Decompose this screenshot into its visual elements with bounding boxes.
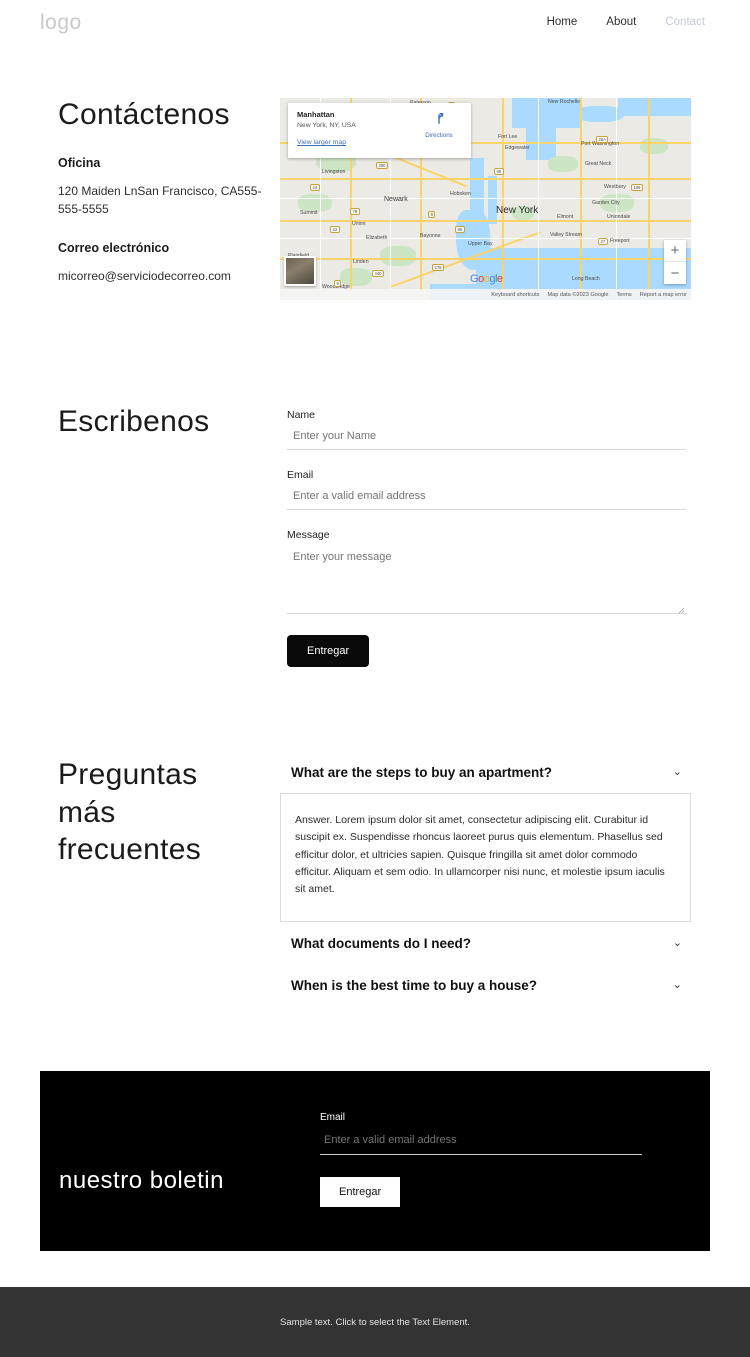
map-label: Garden City — [592, 200, 620, 206]
directions-label: Directions — [425, 132, 453, 139]
map-label: Valley Stream — [550, 232, 582, 238]
site-header: logo Home About Contact — [0, 0, 750, 48]
map-label: Westbury — [604, 184, 626, 190]
name-field-label: Name — [287, 409, 316, 421]
office-label: Oficina — [58, 155, 101, 170]
zoom-in-button[interactable]: + — [664, 240, 686, 262]
office-address: 120 Maiden LnSan Francisco, CA555-555-55… — [58, 183, 262, 217]
nav-link-contact[interactable]: Contact — [665, 16, 705, 28]
map-route-shield: 95 — [494, 168, 504, 175]
map-info-card[interactable]: Manhattan New York, NY, USA View larger … — [288, 103, 471, 158]
site-footer: Sample text. Click to select the Text El… — [0, 1287, 750, 1357]
map-label: Newark — [384, 196, 408, 203]
faq-question-1[interactable]: What documents do I need? ⌄ — [280, 922, 691, 964]
contact-email[interactable]: micorreo@serviciodecorreo.com — [58, 267, 268, 286]
map-directions-button[interactable]: Directions — [418, 112, 460, 139]
main-navigation: Home About Contact — [547, 16, 705, 28]
contact-title: Contáctenos — [58, 98, 230, 131]
newsletter-submit-button[interactable]: Entregar — [320, 1177, 401, 1207]
map-label: Hoboken — [450, 191, 471, 197]
zoom-out-button[interactable]: − — [664, 262, 686, 284]
newsletter-form: Email Entregar — [320, 1112, 642, 1207]
map-route-shield: 278 — [432, 264, 444, 271]
view-larger-map-link[interactable]: View larger map — [297, 139, 346, 146]
map-label: Great Neck — [585, 161, 612, 167]
map-zoom-controls[interactable]: + − — [664, 240, 686, 284]
newsletter-title: nuestro boletin — [59, 1167, 224, 1194]
newsletter-email-input[interactable] — [320, 1134, 642, 1155]
map-label: Fort Lee — [498, 134, 518, 140]
newsletter-section: nuestro boletin Email Entregar — [40, 1071, 710, 1251]
email-label: Correo electrónico — [58, 240, 170, 255]
map-route-shield: 78 — [350, 208, 360, 215]
terms-link[interactable]: Terms — [617, 292, 632, 298]
logo[interactable]: logo — [40, 11, 82, 35]
faq-answer-0: Answer. Lorem ipsum dolor sit amet, cons… — [280, 793, 691, 922]
map-label: Long Beach — [572, 276, 600, 282]
map-label: Summit — [300, 210, 318, 216]
write-us-title: Escribenos — [58, 405, 210, 438]
map-route-shield: 9 — [334, 280, 342, 287]
chevron-down-icon[interactable]: ⌄ — [673, 937, 682, 949]
chevron-down-icon[interactable]: ⌄ — [673, 767, 682, 778]
faq-question-0[interactable]: What are the steps to buy an apartment? … — [280, 756, 691, 793]
newsletter-email-label: Email — [320, 1112, 346, 1123]
map-label: Upper Bay — [468, 241, 493, 247]
map-route-shield: 24 — [310, 184, 320, 191]
map-label: Elizabeth — [366, 235, 388, 241]
directions-icon — [438, 113, 444, 124]
map-route-shield: 95 — [455, 226, 465, 233]
map-data-text: Map data ©2023 Google — [547, 291, 609, 298]
email-input[interactable] — [287, 490, 686, 510]
google-map[interactable]: PatersonNew RochelleBloomfieldEdgewaterF… — [280, 98, 691, 300]
faq-question-text: What are the steps to buy an apartment? — [291, 765, 553, 780]
map-route-shield: 27 — [598, 238, 608, 245]
map-route-shield: 106 — [631, 184, 643, 191]
footer-text[interactable]: Sample text. Click to select the Text El… — [280, 1317, 470, 1328]
map-label: Union — [352, 221, 366, 227]
contact-submit-button[interactable]: Entregar — [287, 635, 370, 667]
map-label: New York — [496, 205, 539, 216]
map-label: Uniondale — [607, 214, 631, 220]
faq-question-2[interactable]: When is the best time to buy a house? ⌄ — [280, 964, 691, 1006]
contact-info-block: Contáctenos Oficina 120 Maiden LnSan Fra… — [58, 96, 268, 285]
map-route-shield: 22 — [330, 226, 340, 233]
message-field-label: Message — [287, 529, 330, 541]
faq-question-text: What documents do I need? — [291, 935, 472, 951]
contact-form: Name Email Message Entregar — [287, 409, 686, 667]
email-field-label: Email — [287, 469, 314, 481]
faq-title: Preguntas más frecuentes — [58, 758, 202, 866]
chevron-down-icon[interactable]: ⌄ — [673, 979, 682, 991]
map-label: Livingston — [322, 169, 346, 175]
map-route-shield: 440 — [372, 270, 384, 277]
map-label: Linden — [353, 259, 369, 265]
name-input[interactable] — [287, 430, 686, 450]
map-label: New Rochelle — [548, 99, 581, 105]
map-label: Elmont — [557, 214, 574, 220]
nav-link-about[interactable]: About — [606, 16, 636, 28]
faq-answer-text: Answer. Lorem ipsum dolor sit amet, cons… — [295, 814, 665, 896]
nav-link-home[interactable]: Home — [547, 16, 578, 28]
map-attribution-bar: Keyboard shortcuts Map data ©2023 Google… — [280, 289, 691, 300]
map-route-shield: 9 — [428, 211, 436, 218]
faq-accordion: What are the steps to buy an apartment? … — [280, 756, 691, 1006]
message-textarea[interactable] — [287, 550, 686, 614]
google-logo: Google — [470, 273, 503, 285]
keyboard-shortcuts-link[interactable]: Keyboard shortcuts — [491, 292, 539, 298]
map-route-shield: 280 — [376, 162, 388, 169]
map-label: Freeport — [610, 238, 630, 244]
map-route-shield: 25A — [596, 136, 609, 143]
faq-question-text: When is the best time to buy a house? — [291, 977, 538, 993]
street-view-thumbnail[interactable] — [284, 256, 316, 286]
map-label: Edgewater — [505, 145, 530, 151]
map-label: Bayonne — [420, 233, 441, 239]
report-error-link[interactable]: Report a map error — [640, 292, 687, 298]
